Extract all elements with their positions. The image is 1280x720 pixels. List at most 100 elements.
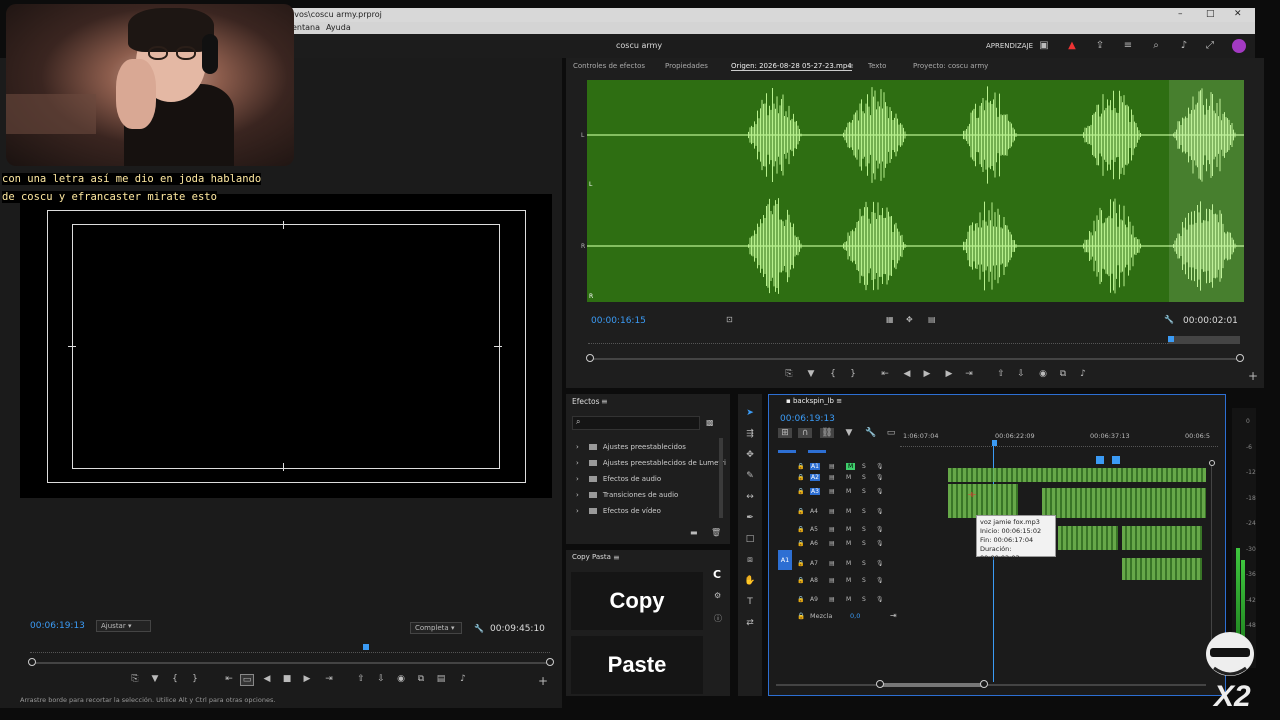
multicam-icon[interactable]: ▤ xyxy=(434,674,448,684)
source-timecode[interactable]: 00:00:16:15 xyxy=(591,316,646,326)
effects-item[interactable]: › Transiciones de audio xyxy=(576,491,678,499)
program-timecode[interactable]: 00:06:19:13 xyxy=(30,621,85,631)
program-ruler[interactable] xyxy=(30,645,550,653)
track-sync-icon[interactable]: ▤ xyxy=(829,560,835,567)
timeline-ruler[interactable] xyxy=(900,441,1218,447)
track-sync-icon[interactable]: ▤ xyxy=(829,596,835,603)
c-icon[interactable]: C xyxy=(713,568,721,581)
timeline-zoom-track[interactable] xyxy=(776,684,1206,686)
microphone-icon[interactable]: 🎙 xyxy=(876,560,884,567)
audio-icon[interactable]: ♪ xyxy=(456,674,470,684)
microphone-icon[interactable]: 🎙 xyxy=(876,474,884,481)
learning-tab[interactable]: APRENDIZAJE xyxy=(986,42,1033,50)
source-zoom-end[interactable] xyxy=(1236,354,1244,362)
close-button[interactable]: ✕ xyxy=(1234,9,1242,19)
track-mute-button[interactable]: M xyxy=(846,560,851,567)
microphone-icon[interactable]: 🎙 xyxy=(876,488,884,495)
info-icon[interactable]: ⓘ xyxy=(714,613,722,624)
captions-icon[interactable]: ▭ xyxy=(884,428,898,438)
audio-clip[interactable] xyxy=(948,468,1206,482)
audio-clip[interactable] xyxy=(1058,526,1118,550)
microphone-icon[interactable]: 🎙 xyxy=(876,540,884,547)
go-to-in-icon[interactable]: ⇤ xyxy=(222,674,236,684)
effects-menu-icon[interactable]: ≡ xyxy=(601,397,608,406)
share-icon[interactable]: ⇪ xyxy=(1094,40,1106,52)
razor-icon[interactable]: ✎ xyxy=(744,470,756,482)
track-solo-button[interactable]: S xyxy=(862,526,866,533)
extract-icon[interactable]: ⇩ xyxy=(374,674,388,684)
menu-help[interactable]: Ayuda xyxy=(326,23,351,32)
search-icon[interactable]: ⌕ xyxy=(1150,40,1162,52)
step-forward-icon[interactable]: ▶ xyxy=(300,674,314,684)
effects-search-input[interactable]: ⌕ xyxy=(572,416,700,430)
track-solo-button[interactable]: S xyxy=(862,577,866,584)
delete-icon[interactable]: 🗑 xyxy=(711,528,721,537)
panel-icon[interactable]: ▣ xyxy=(1038,40,1050,52)
track-label[interactable]: A6 xyxy=(810,540,818,547)
tab-text[interactable]: Texto xyxy=(868,62,886,70)
tab-menu-icon[interactable]: ≡ xyxy=(848,62,854,70)
src-marker-icon[interactable]: ⎘ xyxy=(782,369,796,379)
source-wrench-icon[interactable]: 🔧 xyxy=(1164,315,1174,324)
src-export-frame-icon[interactable]: ◉ xyxy=(1036,369,1050,379)
track-lock-icon[interactable]: 🔒 xyxy=(797,540,804,547)
timeline-marker-icon[interactable]: ▼ xyxy=(842,428,856,438)
track-label[interactable]: A3 xyxy=(810,488,820,495)
track-sync-icon[interactable]: ▤ xyxy=(829,474,835,481)
track-label[interactable]: A5 xyxy=(810,526,818,533)
track-sync-icon[interactable]: ▤ xyxy=(829,463,835,470)
src-add-marker-icon[interactable]: ▼ xyxy=(804,369,818,379)
drag-icon[interactable]: ✥ xyxy=(906,315,913,324)
track-lock-icon[interactable]: 🔒 xyxy=(797,596,804,603)
microphone-icon[interactable]: 🎙 xyxy=(876,596,884,603)
program-zoom-end[interactable] xyxy=(546,658,554,666)
effects-item[interactable]: › Ajustes preestablecidos xyxy=(576,443,686,451)
track-solo-button[interactable]: S xyxy=(862,560,866,567)
fullscreen-icon[interactable]: ⤢ xyxy=(1204,40,1216,52)
frame-icon[interactable]: ⧈ xyxy=(744,554,756,566)
audio-clip[interactable] xyxy=(948,484,1018,518)
source-playhead[interactable] xyxy=(1168,336,1174,342)
track-lock-icon[interactable]: 🔒 xyxy=(797,560,804,567)
timeline-zoom-start[interactable] xyxy=(876,680,884,688)
src-step-forward-icon[interactable]: ▶ xyxy=(942,369,956,379)
src-mark-out-icon[interactable]: } xyxy=(846,369,860,379)
track-label[interactable]: A2 xyxy=(810,474,820,481)
stop-icon[interactable]: ■ xyxy=(280,674,294,684)
track-mute-button[interactable]: M xyxy=(846,526,851,533)
rectangle-icon[interactable]: □ xyxy=(744,533,756,545)
track-sync-icon[interactable]: ▤ xyxy=(829,577,835,584)
add-button-icon[interactable]: + xyxy=(536,674,550,688)
audio-clip[interactable] xyxy=(1122,558,1202,580)
track-sync-icon[interactable]: ▤ xyxy=(829,488,835,495)
track-mute-button[interactable]: M xyxy=(846,474,851,481)
linked-selection-icon[interactable]: ⛓ xyxy=(820,428,834,438)
effects-item[interactable]: › Efectos de vídeo xyxy=(576,507,661,515)
track-solo-button[interactable]: S xyxy=(862,463,866,470)
type-icon[interactable]: T xyxy=(744,596,756,608)
track-mute-button[interactable]: M xyxy=(846,577,851,584)
menu-icon[interactable]: ≡ xyxy=(1122,40,1134,52)
slip-icon[interactable]: ↔ xyxy=(744,491,756,503)
track-solo-button[interactable]: S xyxy=(862,596,866,603)
effects-item[interactable]: › Efectos de audio xyxy=(576,475,661,483)
warning-icon[interactable]: ▲ xyxy=(1066,40,1078,52)
track-solo-button[interactable]: S xyxy=(862,474,866,481)
tab-effect-controls[interactable]: Controles de efectos xyxy=(573,62,645,70)
maximize-button[interactable]: □ xyxy=(1206,9,1215,19)
overwrite-icon[interactable]: ▤ xyxy=(928,315,936,324)
track-label[interactable]: A9 xyxy=(810,596,818,603)
track-mute-button[interactable]: M xyxy=(846,596,851,603)
src-play-icon[interactable]: ▶ xyxy=(920,369,934,379)
track-mute-button[interactable]: M xyxy=(846,488,851,495)
mark-out-icon[interactable]: } xyxy=(188,674,202,684)
settings-icon[interactable]: ⊡ xyxy=(726,315,733,324)
preset-icon[interactable]: ▩ xyxy=(706,418,714,427)
track-lock-icon[interactable]: 🔒 xyxy=(797,474,804,481)
track-label[interactable]: A7 xyxy=(810,560,818,567)
safe-margins-icon[interactable]: ▭ xyxy=(240,674,254,686)
menu-window[interactable]: entana xyxy=(292,23,320,32)
marker-icon[interactable]: ⎘ xyxy=(128,674,142,684)
track-solo-button[interactable]: S xyxy=(862,540,866,547)
track-solo-button[interactable]: S xyxy=(862,508,866,515)
